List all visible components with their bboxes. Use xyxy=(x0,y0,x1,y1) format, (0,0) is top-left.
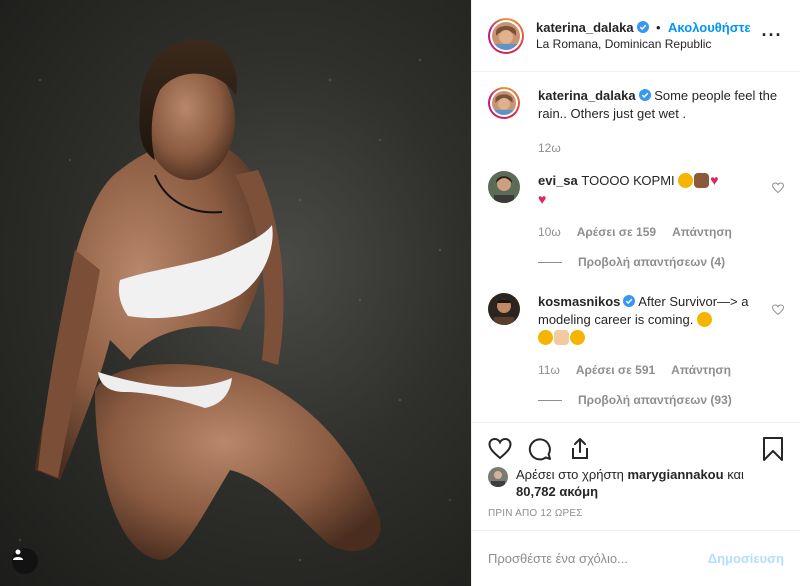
comment-username[interactable]: evi_sa xyxy=(538,173,578,188)
comment-time[interactable]: 11ω xyxy=(538,361,560,379)
view-replies-button[interactable]: Προβολή απαντήσεων (4) xyxy=(538,253,762,271)
comment-likes[interactable]: Αρέσει σε 159 xyxy=(577,223,656,241)
post-container: katerina_dalaka • Ακολουθήστε La Romana,… xyxy=(0,0,800,586)
flexed-biceps-emoji-icon xyxy=(694,173,710,188)
ok-hand-emoji-icon xyxy=(554,330,569,345)
comment-avatar[interactable] xyxy=(488,171,520,203)
comment-time[interactable]: 10ω xyxy=(538,223,561,241)
comment-username[interactable]: kosmasnikos xyxy=(538,294,620,309)
view-replies-button[interactable]: Προβολή απαντήσεων (93) xyxy=(538,391,762,409)
comments-list[interactable]: katerina_dalaka Some people feel the rai… xyxy=(472,73,800,422)
post-side-panel: katerina_dalaka • Ακολουθήστε La Romana,… xyxy=(471,0,800,586)
post-time-ago[interactable]: ΠΡΙΝ ΑΠΟ 12 ΩΡΕΣ xyxy=(488,508,583,519)
comment-item: evi_sa ΤΟΟΟΟ ΚΟΡΜΙ ♥ ♥ 10ω Αρέσει σε 159… xyxy=(488,171,785,271)
likes-prefix: Αρέσει στο χρήστη xyxy=(516,467,624,482)
author-username[interactable]: katerina_dalaka xyxy=(536,20,634,35)
post-photo[interactable] xyxy=(0,0,471,586)
user-tag-icon[interactable] xyxy=(12,548,38,574)
author-avatar[interactable] xyxy=(488,17,524,54)
comment-text: ΤΟΟΟΟ ΚΟΡΜΙ xyxy=(581,173,675,188)
more-options-icon[interactable]: ··· xyxy=(760,24,784,48)
comment-icon[interactable] xyxy=(528,429,568,469)
verified-badge-icon xyxy=(623,294,636,307)
follow-button[interactable]: Ακολουθήστε xyxy=(668,20,751,35)
grin-sweat-emoji-icon xyxy=(570,330,585,345)
caption-avatar[interactable] xyxy=(488,87,520,119)
verified-badge-icon xyxy=(636,20,649,33)
caption: katerina_dalaka Some people feel the rai… xyxy=(488,87,784,157)
heart-icon[interactable] xyxy=(771,303,785,321)
post-actions xyxy=(472,422,800,466)
comment-input[interactable]: Προσθέστε ένα σχόλιο... xyxy=(488,551,708,566)
share-icon[interactable] xyxy=(568,429,608,469)
bookmark-icon[interactable] xyxy=(744,429,784,469)
view-replies-label: Προβολή απαντήσεων (4) xyxy=(578,255,726,269)
likes-conj: και xyxy=(727,467,744,482)
verified-badge-icon xyxy=(638,88,651,101)
heart-icon[interactable] xyxy=(488,429,528,469)
post-location[interactable]: La Romana, Dominican Republic xyxy=(536,36,760,53)
photo-illustration xyxy=(18,39,452,562)
comment-item: kosmasnikos After Survivor—> a modeling … xyxy=(488,293,785,409)
red-heart-emoji-icon: ♥ xyxy=(710,172,719,188)
smirk-emoji-icon xyxy=(696,312,712,327)
likes-count[interactable]: 80,782 ακόμη xyxy=(516,484,598,499)
red-heart-emoji-icon: ♥ xyxy=(538,191,547,207)
comment-likes[interactable]: Αρέσει σε 591 xyxy=(576,361,655,379)
liker-avatar[interactable] xyxy=(488,467,508,487)
caption-username[interactable]: katerina_dalaka xyxy=(538,88,636,103)
post-comment-button[interactable]: Δημοσίευση xyxy=(708,551,784,566)
add-comment-bar: Προσθέστε ένα σχόλιο... Δημοσίευση xyxy=(472,530,800,586)
post-header: katerina_dalaka • Ακολουθήστε La Romana,… xyxy=(472,0,800,72)
comment-avatar[interactable] xyxy=(488,293,520,325)
reply-button[interactable]: Απάντηση xyxy=(672,223,732,241)
smirk-emoji-icon xyxy=(538,330,553,345)
likes-summary: Αρέσει στο χρήστη marygiannakou και 80,7… xyxy=(488,466,784,500)
view-replies-label: Προβολή απαντήσεων (93) xyxy=(578,393,732,407)
separator-dot: • xyxy=(656,19,661,35)
liker-username[interactable]: marygiannakou xyxy=(627,467,723,482)
heart-icon[interactable] xyxy=(771,181,785,199)
reply-button[interactable]: Απάντηση xyxy=(671,361,731,379)
heart-eyes-emoji-icon xyxy=(678,173,694,188)
caption-time[interactable]: 12ω xyxy=(538,139,561,157)
